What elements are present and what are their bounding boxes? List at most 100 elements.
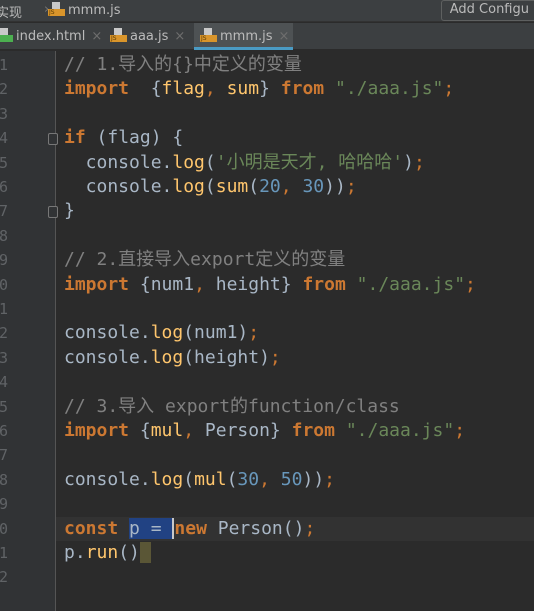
code-token: const [64, 517, 119, 539]
code-line[interactable]: import {flag, sum} from "./aaa.js"; [56, 77, 534, 101]
code-token: '小明是天才, 哈哈哈' [215, 151, 404, 173]
close-icon[interactable]: × [174, 29, 185, 44]
code-token: } [64, 200, 75, 222]
add-configuration-button[interactable]: Add Configu [440, 0, 534, 21]
code-token: () [118, 542, 140, 563]
close-icon[interactable]: × [91, 29, 102, 44]
code-token: from [291, 420, 335, 441]
editor-tabs: index.html × aaa.js × mmm.js × [0, 23, 534, 50]
code-token: ( [183, 468, 195, 490]
code-token: console. [64, 322, 151, 344]
code-line[interactable]: import {mul, Person} from "./aaa.js"; [56, 419, 534, 443]
code-line[interactable]: console.log(mul(30, 50)); [56, 468, 534, 492]
js-file-icon [200, 28, 217, 42]
code-line[interactable]: console.log('小明是天才, 哈哈哈'); [56, 151, 534, 175]
code-line[interactable]: } [56, 199, 534, 223]
code-line[interactable] [56, 370, 534, 394]
code-token: import [64, 78, 130, 100]
code-token: height} [204, 273, 303, 295]
code-line[interactable] [56, 443, 534, 467]
code-line[interactable]: const p = new Person(); [56, 516, 534, 541]
code-token: log [150, 468, 184, 490]
code-token: } [259, 78, 281, 100]
code-token: ; [465, 273, 476, 295]
line-number: 4 [0, 129, 8, 148]
code-token: sum [215, 176, 249, 197]
code-token: (num1) [183, 322, 249, 344]
tab-index-html[interactable]: index.html × [0, 23, 102, 50]
line-number: 5 [0, 153, 8, 172]
code-token: { [129, 78, 162, 100]
code-token: {num1 [129, 273, 195, 295]
code-token: ; [304, 517, 316, 539]
code-line[interactable] [56, 224, 534, 248]
code-line[interactable]: import {num1, height} from "./aaa.js"; [56, 273, 534, 297]
code-token: console. [64, 176, 173, 197]
code-line[interactable] [56, 102, 534, 126]
code-line[interactable]: // 3.导入 export的function/class [56, 395, 534, 419]
code-token: log [172, 176, 205, 197]
code-token: ; [248, 322, 260, 344]
code-token: mul [150, 420, 184, 441]
close-icon[interactable]: × [279, 29, 290, 44]
code-token: ; [443, 78, 455, 100]
line-number: 18 [0, 470, 8, 489]
line-number: 8 [0, 226, 8, 245]
tab-aaa-js[interactable]: aaa.js × [104, 23, 194, 50]
tab-mmm-js[interactable]: mmm.js × [194, 23, 293, 50]
code-line[interactable]: console.log(height); [56, 346, 534, 370]
tab-label: index.html [16, 29, 86, 44]
code-token: ( [248, 176, 260, 197]
code-token: "./aaa.js" [335, 78, 444, 100]
code-line[interactable]: p.run() [56, 541, 534, 565]
code-token: console. [64, 151, 173, 173]
code-line[interactable] [56, 565, 534, 589]
code-token: console. [64, 346, 151, 368]
code-token: (flag) { [85, 127, 184, 149]
line-number: 6 [0, 178, 8, 196]
code-token: ( [204, 176, 216, 197]
code-token: { [129, 420, 151, 441]
code-line[interactable] [56, 297, 534, 321]
code-token: // 1.导入的{}中定义的变量 [64, 54, 302, 75]
code-token: log [150, 322, 184, 344]
code-token: // 3.导入 export的function/class [64, 395, 400, 417]
code-line[interactable]: console.log(num1); [56, 321, 534, 345]
code-token: p = [129, 517, 173, 539]
code-line[interactable] [56, 492, 534, 516]
line-number: 14 [0, 373, 8, 392]
line-number-gutter[interactable]: 12345678910111213141516171819202122 [0, 51, 58, 611]
tab-label: aaa.js [130, 29, 169, 44]
code-token: (height) [183, 346, 270, 368]
code-token: run [85, 542, 119, 563]
breadcrumb-parent[interactable]: 实现 [0, 2, 22, 21]
line-number: 2 [0, 80, 8, 99]
code-line[interactable]: console.log(sum(20, 30)); [56, 175, 534, 199]
code-token: 50 [280, 468, 303, 490]
code-token: p. [64, 542, 86, 563]
code-token: ; [413, 151, 425, 173]
html-file-icon [0, 28, 13, 42]
js-file-icon [48, 2, 65, 16]
code-token: new [172, 517, 207, 539]
line-number: 16 [0, 422, 8, 440]
code-token: , [183, 420, 195, 441]
code-token: mul [194, 468, 227, 490]
code-line[interactable]: // 2.直接导入export定义的变量 [56, 248, 534, 272]
line-number: 3 [0, 104, 8, 123]
code-token: flag [161, 78, 205, 100]
breadcrumb-file[interactable]: mmm.js [48, 2, 121, 18]
code-token: ; [454, 420, 466, 441]
line-number: 22 [0, 568, 8, 587]
code-line[interactable]: if (flag) { [56, 126, 534, 150]
code-line[interactable]: // 1.导入的{}中定义的变量 [56, 53, 534, 77]
code-token: sum [226, 78, 260, 100]
line-number: 1 [0, 56, 8, 74]
code-token: log [172, 151, 205, 173]
